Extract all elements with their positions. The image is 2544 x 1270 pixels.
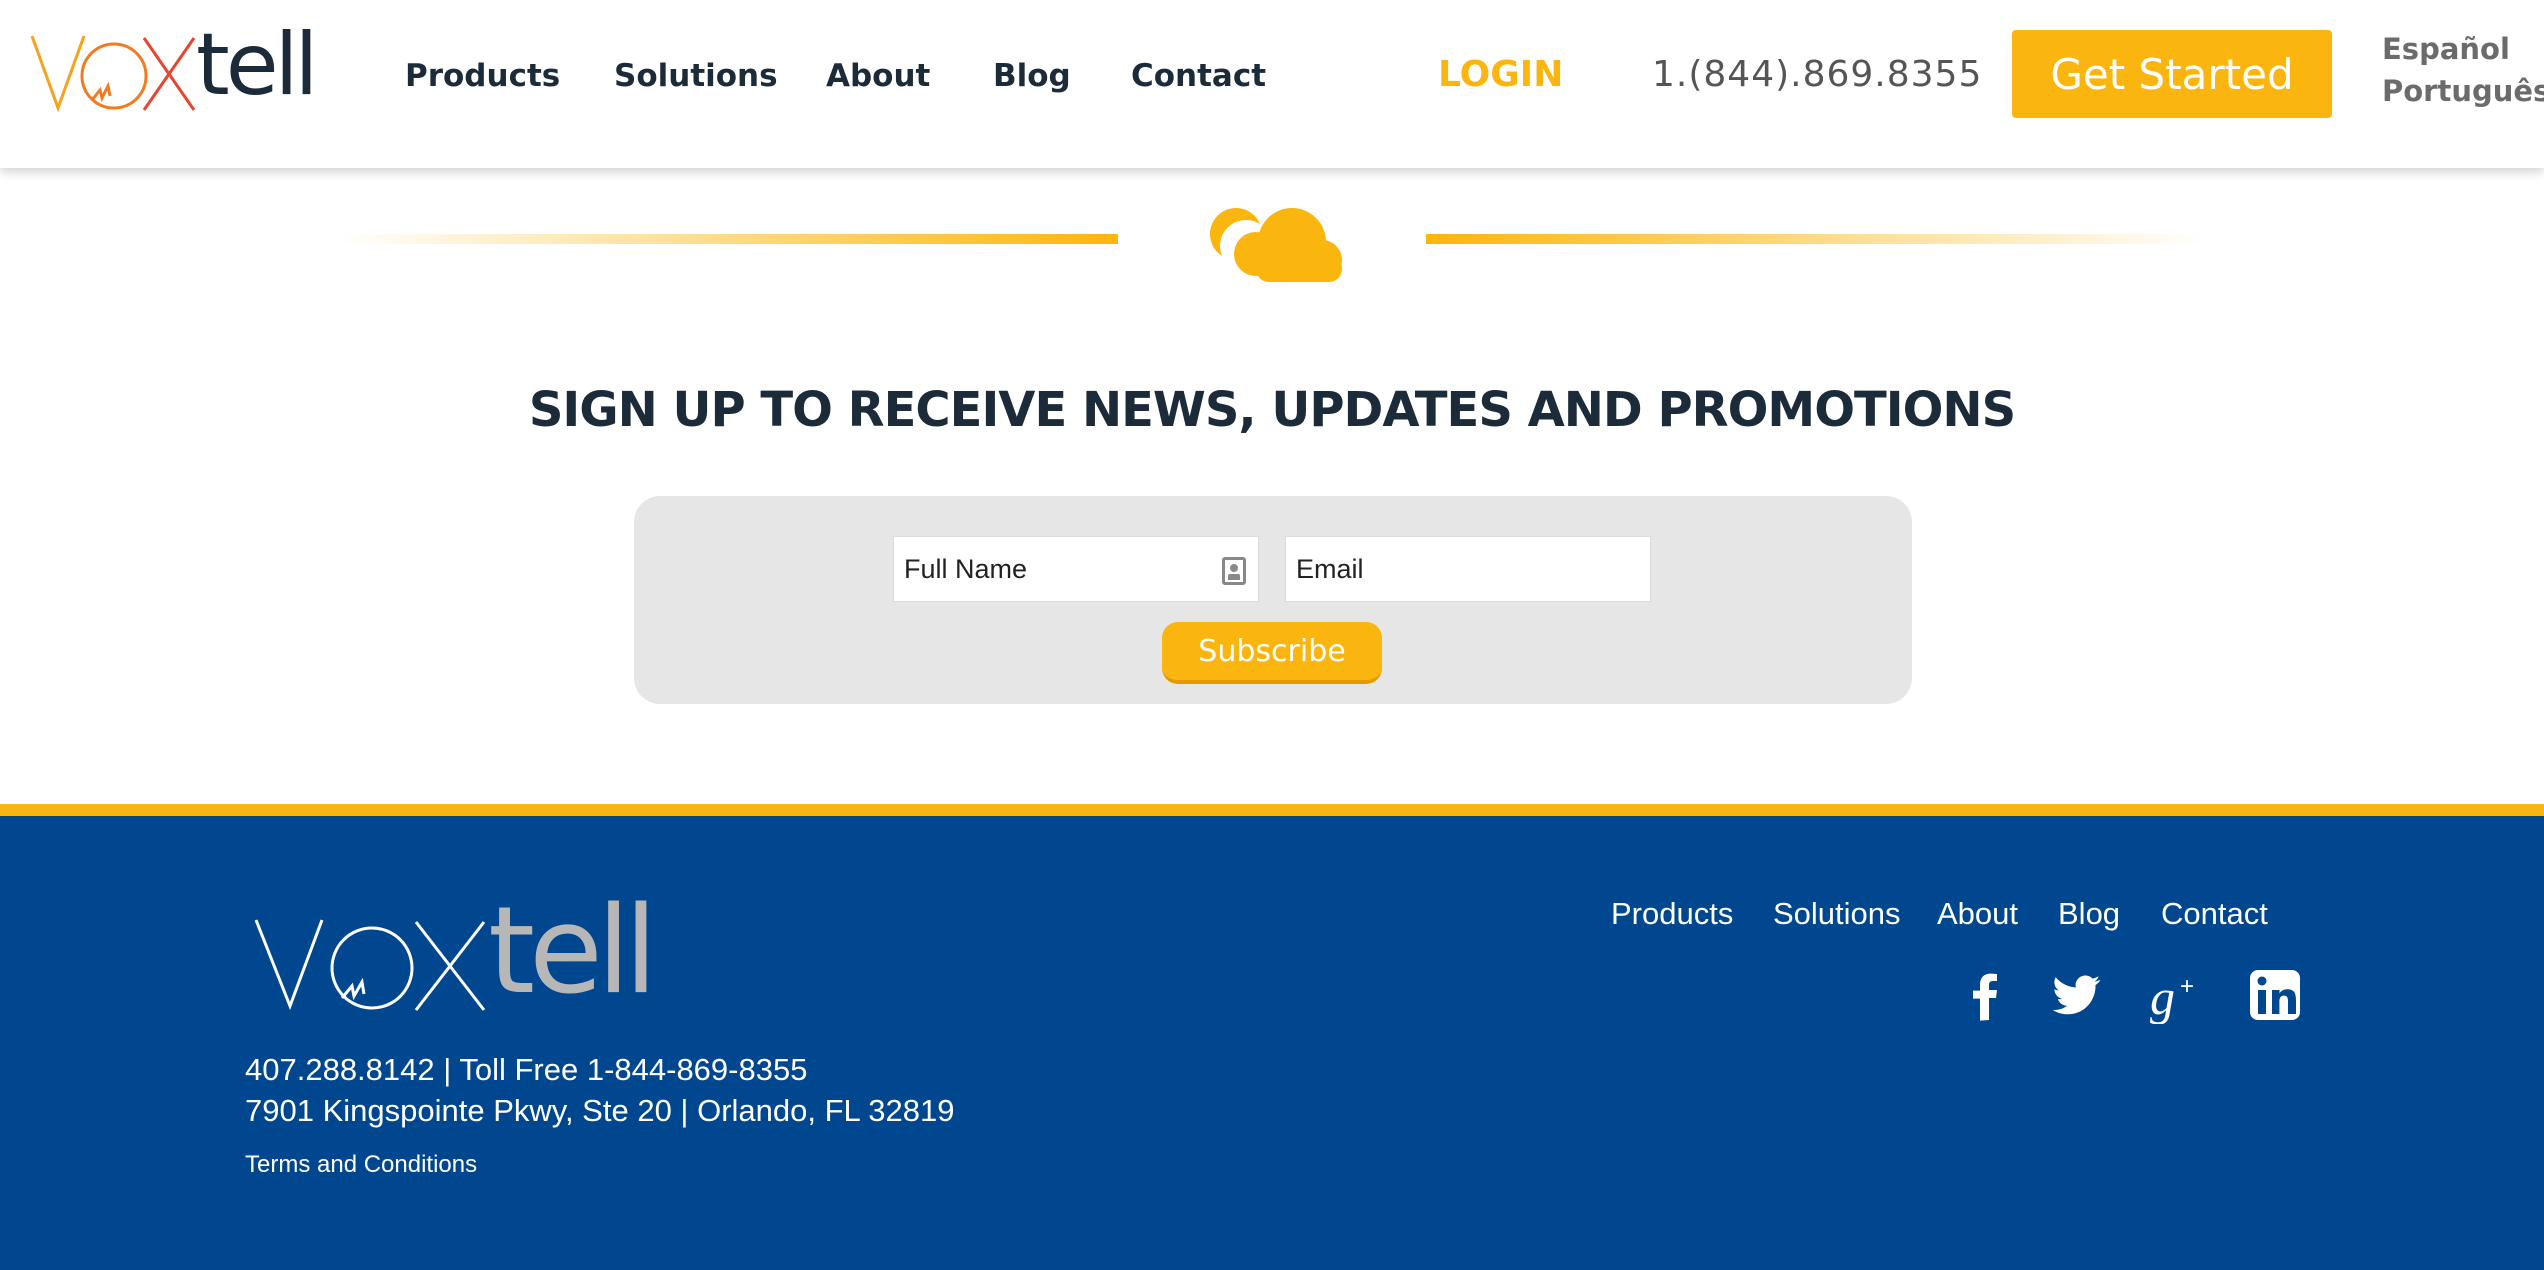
- contact-card-icon: [1222, 557, 1246, 585]
- subscribe-button[interactable]: Subscribe: [1162, 622, 1382, 684]
- header-phone[interactable]: 1.(844).869.8355: [1652, 54, 1982, 95]
- full-name-placeholder: Full Name: [904, 553, 1028, 584]
- twitter-icon[interactable]: [2048, 968, 2104, 1024]
- logo-wordmark-tell: tell: [196, 15, 318, 115]
- lang-espanol[interactable]: Español: [2382, 32, 2510, 66]
- footer-nav-contact[interactable]: Contact: [2161, 896, 2268, 932]
- site-footer: [0, 816, 2544, 1270]
- nav-solutions[interactable]: Solutions: [614, 58, 778, 94]
- terms-link[interactable]: Terms and Conditions: [245, 1151, 477, 1179]
- footer-nav-products[interactable]: Products: [1611, 896, 1733, 932]
- lang-portugues[interactable]: Português: [2382, 74, 2544, 108]
- nav-blog[interactable]: Blog: [993, 58, 1071, 94]
- get-started-button[interactable]: Get Started: [2012, 30, 2332, 118]
- footer-phone-line: 407.288.8142 | Toll Free 1-844-869-8355: [245, 1052, 808, 1087]
- email-placeholder: Email: [1296, 553, 1364, 584]
- nav-contact[interactable]: Contact: [1131, 58, 1266, 94]
- svg-text:+: +: [2180, 973, 2194, 1000]
- signup-heading: SIGN UP TO RECEIVE NEWS, UPDATES AND PRO…: [528, 382, 2016, 438]
- footer-accent-bar: [0, 804, 2544, 816]
- footer-address-line: 7901 Kingspointe Pkwy, Ste 20 | Orlando,…: [245, 1093, 955, 1128]
- linkedin-icon[interactable]: [2248, 968, 2304, 1024]
- nav-products[interactable]: Products: [405, 58, 560, 94]
- cloud-icon: [1210, 208, 1342, 282]
- footer-nav-about[interactable]: About: [1937, 896, 2018, 932]
- divider-left: [340, 234, 1118, 244]
- voxtell-logo[interactable]: tell: [28, 22, 328, 116]
- vox-logo-mark-icon: [30, 35, 196, 113]
- site-header: tell Products Solutions About Blog Conta…: [0, 0, 2544, 168]
- divider-right: [1426, 234, 2204, 244]
- google-plus-icon[interactable]: g +: [2148, 968, 2204, 1024]
- email-input[interactable]: Email: [1285, 536, 1651, 602]
- footer-logo[interactable]: tell: [250, 892, 690, 1020]
- nav-about[interactable]: About: [826, 58, 930, 94]
- svg-text:g: g: [2150, 969, 2175, 1024]
- login-link[interactable]: LOGIN: [1438, 54, 1563, 95]
- facebook-icon[interactable]: [1958, 968, 2014, 1024]
- full-name-input[interactable]: Full Name: [893, 536, 1259, 602]
- footer-nav-blog[interactable]: Blog: [2058, 896, 2120, 932]
- footer-vox-mark-icon: [254, 919, 486, 1011]
- footer-logo-wordmark-tell: tell: [488, 882, 658, 1021]
- footer-nav-solutions[interactable]: Solutions: [1773, 896, 1901, 932]
